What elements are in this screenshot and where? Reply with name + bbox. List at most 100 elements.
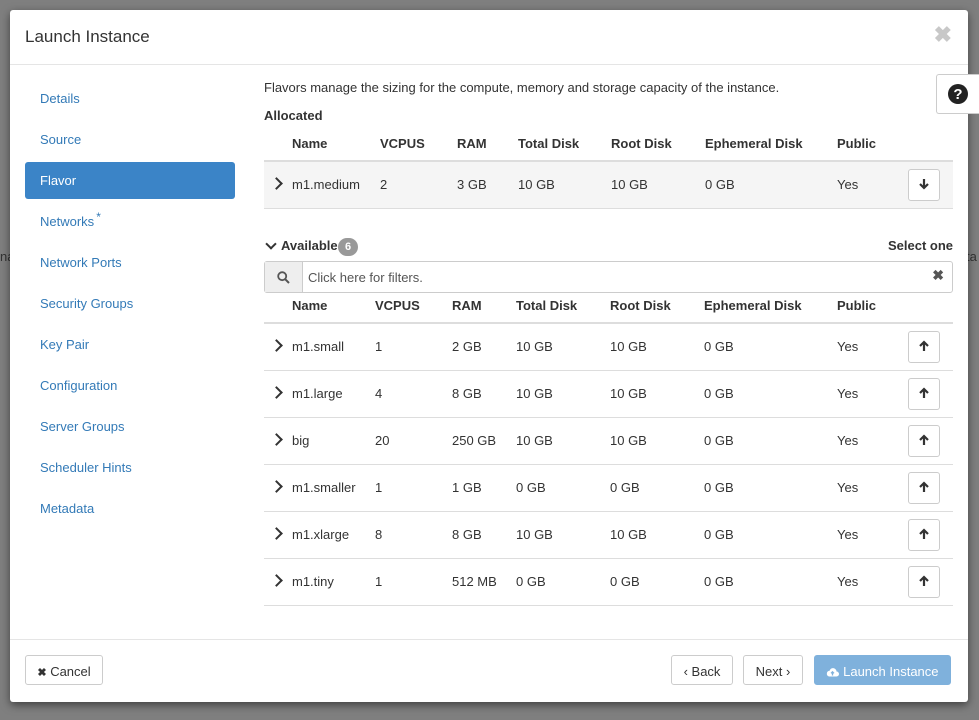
chevron-right-icon[interactable] <box>270 480 283 493</box>
column-header-root-disk[interactable]: Root Disk <box>610 290 671 322</box>
cell-root-disk: 10 GB <box>611 177 648 192</box>
chevron-right-icon[interactable] <box>270 574 283 587</box>
back-button[interactable]: ‹ Back <box>671 655 733 685</box>
cell-total-disk: 0 GB <box>516 480 546 495</box>
cell-total-disk: 0 GB <box>516 574 546 589</box>
column-header-public[interactable]: Public <box>837 290 876 322</box>
cell-public: Yes <box>837 339 859 354</box>
column-header-ram[interactable]: RAM <box>452 290 482 322</box>
column-header-ram[interactable]: RAM <box>457 128 487 160</box>
nav-item-source[interactable]: Source <box>25 121 235 158</box>
column-header-ephemeral-disk[interactable]: Ephemeral Disk <box>705 128 803 160</box>
nav-item-server-groups[interactable]: Server Groups <box>25 408 235 445</box>
flavor-description: Flavors manage the sizing for the comput… <box>264 80 780 95</box>
available-table: Name VCPUS RAM Total Disk Root Disk Ephemeral… <box>264 290 953 606</box>
table-row: m1.medium 2 3 GB 10 GB 10 GB 0 GB Yes <box>264 162 953 209</box>
nav-item-label: Metadata <box>40 501 95 516</box>
cell-name: m1.medium <box>292 177 360 192</box>
nav-item-label: Configuration <box>40 378 118 393</box>
cell-public: Yes <box>837 386 859 401</box>
cell-ram: 8 GB <box>452 527 482 542</box>
cell-ephemeral-disk: 0 GB <box>704 339 734 354</box>
nav-item-networks[interactable]: Networks * <box>25 203 235 240</box>
cancel-label: Cancel <box>50 664 91 679</box>
cell-name: m1.xlarge <box>292 527 350 542</box>
select-one-label: Select one <box>887 238 953 253</box>
table-row: m1.xlarge 8 8 GB 10 GB 10 GB 0 GB Yes <box>264 512 953 559</box>
cell-root-disk: 0 GB <box>610 574 640 589</box>
column-header-name[interactable]: Name <box>292 128 327 160</box>
chevron-right-icon[interactable] <box>270 527 283 540</box>
cell-ephemeral-disk: 0 GB <box>704 433 734 448</box>
arrow-up-icon <box>918 527 930 543</box>
chevron-right-icon[interactable] <box>270 339 283 352</box>
launch-instance-button[interactable]: Launch Instance <box>814 655 951 685</box>
table-row: m1.small 1 2 GB 10 GB 10 GB 0 GB Yes <box>264 324 953 371</box>
deallocate-button[interactable] <box>908 169 940 201</box>
column-header-public[interactable]: Public <box>837 128 876 160</box>
table-header: Name VCPUS RAM Total Disk Root Disk Ephemeral… <box>264 290 953 324</box>
launch-instance-modal: Launch Instance ✖ Details Source Flavor Net… <box>10 10 979 702</box>
allocate-button[interactable] <box>908 378 940 410</box>
allocated-title: Allocated <box>264 108 323 123</box>
cell-total-disk: 10 GB <box>516 339 553 354</box>
nav-item-configuration[interactable]: Configuration <box>25 367 235 404</box>
question-icon: ? <box>948 84 968 104</box>
nav-item-network-ports[interactable]: Network Ports <box>25 244 235 281</box>
cell-root-disk: 10 GB <box>610 527 647 542</box>
nav-item-details[interactable]: Details <box>25 80 235 117</box>
cell-total-disk: 10 GB <box>516 386 553 401</box>
column-header-vcpus[interactable]: VCPUS <box>380 128 425 160</box>
cell-root-disk: 0 GB <box>610 480 640 495</box>
modal-header: Launch Instance ✖ <box>10 10 968 65</box>
nav-item-key-pair[interactable]: Key Pair <box>25 326 235 363</box>
column-header-total-disk[interactable]: Total Disk <box>518 128 579 160</box>
allocate-button[interactable] <box>908 331 940 363</box>
cell-name: m1.tiny <box>292 574 334 589</box>
cell-ram: 8 GB <box>452 386 482 401</box>
nav-item-security-groups[interactable]: Security Groups <box>25 285 235 322</box>
cell-public: Yes <box>837 574 859 589</box>
cell-public: Yes <box>837 480 859 495</box>
clear-filter-icon[interactable]: ✖ <box>932 267 944 284</box>
cell-ephemeral-disk: 0 GB <box>704 480 734 495</box>
allocate-button[interactable] <box>908 472 940 504</box>
filter-input[interactable] <box>303 262 933 292</box>
modal-title: Launch Instance <box>25 27 150 46</box>
help-button[interactable]: ? <box>936 74 979 114</box>
cell-vcpus: 20 <box>375 433 390 448</box>
cell-ephemeral-disk: 0 GB <box>704 386 734 401</box>
nav-item-label: Scheduler Hints <box>40 460 132 475</box>
nav-item-scheduler-hints[interactable]: Scheduler Hints <box>25 449 235 486</box>
column-header-root-disk[interactable]: Root Disk <box>611 128 672 160</box>
column-header-name[interactable]: Name <box>292 290 327 322</box>
allocate-button[interactable] <box>908 519 940 551</box>
cancel-button[interactable]: ✖ Cancel <box>25 655 103 685</box>
allocate-button[interactable] <box>908 566 940 598</box>
nav-item-metadata[interactable]: Metadata <box>25 490 235 527</box>
cell-ram: 250 GB <box>452 433 497 448</box>
arrow-up-icon <box>918 386 930 402</box>
column-header-vcpus[interactable]: VCPUS <box>375 290 420 322</box>
nav-item-flavor[interactable]: Flavor <box>25 162 235 199</box>
close-icon[interactable]: ✖ <box>934 22 952 48</box>
cell-vcpus: 1 <box>375 480 383 495</box>
column-header-ephemeral-disk[interactable]: Ephemeral Disk <box>704 290 802 322</box>
nav-item-label: Source <box>40 132 82 147</box>
chevron-right-icon[interactable] <box>270 386 283 399</box>
cell-total-disk: 10 GB <box>518 177 555 192</box>
table-row: m1.smaller 1 1 GB 0 GB 0 GB 0 GB Yes <box>264 465 953 512</box>
nav-item-label: Server Groups <box>40 419 125 434</box>
chevron-right-icon[interactable] <box>270 177 283 190</box>
allocate-button[interactable] <box>908 425 940 457</box>
table-header: Name VCPUS RAM Total Disk Root Disk Ephemeral… <box>264 128 953 162</box>
next-button[interactable]: Next › <box>743 655 803 685</box>
chevron-right-icon[interactable] <box>270 433 283 446</box>
cell-ephemeral-disk: 0 GB <box>704 574 734 589</box>
cell-vcpus: 1 <box>375 339 383 354</box>
arrow-up-icon <box>918 433 930 449</box>
nav-item-label: Network Ports <box>40 255 122 270</box>
column-header-total-disk[interactable]: Total Disk <box>516 290 577 322</box>
available-header[interactable]: Available 6 Select one <box>264 238 953 258</box>
nav-item-label: Networks <box>40 214 95 229</box>
